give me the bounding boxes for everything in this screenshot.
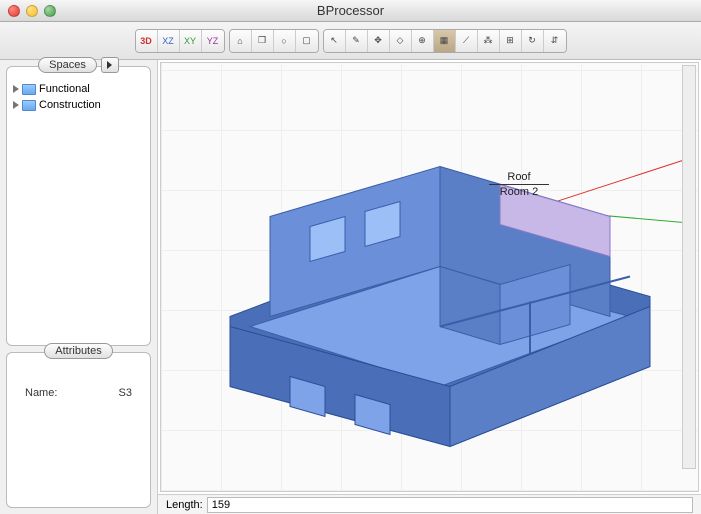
tree-item-label: Functional [39,83,90,95]
cube-button[interactable]: ❒ [252,30,274,52]
wand-tool[interactable]: ⁂ [478,30,500,52]
window-title: BProcessor [317,3,384,18]
3d-canvas[interactable]: Roof Room 2 [160,62,699,492]
viewport: Roof Room 2 Length: [158,60,701,514]
close-icon[interactable] [8,5,20,17]
content-area: Spaces Functional Construction Attribute… [0,60,701,514]
attributes-header: Attributes [7,343,150,359]
titlebar: BProcessor [0,0,701,22]
view-mode-group: 3D XZ XY YZ [135,29,225,53]
tools-group: ↖ ✎ ✥ ◇ ⊕ ▦ ⟋ ⁂ ⊞ ↻ ⇵ [323,29,567,53]
attribute-label: Name: [25,387,57,399]
view-yz-button[interactable]: YZ [202,30,224,52]
sphere-button[interactable]: ○ [274,30,296,52]
zoom-icon[interactable] [44,5,56,17]
window-controls [8,5,56,17]
pencil-tool[interactable]: ✎ [346,30,368,52]
folder-icon [22,84,36,95]
length-input[interactable] [207,497,693,513]
attributes-tab[interactable]: Attributes [44,343,112,359]
select-tool[interactable]: ↖ [324,30,346,52]
navigation-group: ⌂ ❒ ○ ▢ [229,29,319,53]
spaces-tab[interactable]: Spaces [38,57,97,73]
minimize-icon[interactable] [26,5,38,17]
disclosure-icon[interactable] [13,101,19,109]
tree-item-label: Construction [39,99,101,111]
view-3d-button[interactable]: 3D [136,30,158,52]
fill-tool[interactable]: ▦ [434,30,456,52]
spaces-tree: Functional Construction [7,73,150,345]
diamond-tool[interactable]: ◇ [390,30,412,52]
3d-model[interactable] [190,77,670,460]
view-xz-button[interactable]: XZ [158,30,180,52]
attributes-panel: Attributes Name: S3 [6,352,151,508]
attribute-value: S3 [119,387,132,399]
spaces-header: Spaces [7,57,150,73]
vertical-scrollbar[interactable] [682,65,696,469]
status-label: Length: [166,499,203,511]
measure-tool[interactable]: ⟋ [456,30,478,52]
home-button[interactable]: ⌂ [230,30,252,52]
roof-label: Roof [489,171,549,183]
room-label: Room 2 [489,186,549,198]
toolbar: 3D XZ XY YZ ⌂ ❒ ○ ▢ ↖ ✎ ✥ ◇ ⊕ ▦ ⟋ ⁂ ⊞ ↻ … [0,22,701,60]
tree-item-construction[interactable]: Construction [13,97,144,113]
attributes-body: Name: S3 [7,359,150,507]
tree-item-functional[interactable]: Functional [13,81,144,97]
play-button[interactable] [101,57,119,73]
spaces-panel: Spaces Functional Construction [6,66,151,346]
folder-icon [22,100,36,111]
room-label-overlay: Roof Room 2 [489,171,549,198]
split-tool[interactable]: ⊞ [500,30,522,52]
disclosure-icon[interactable] [13,85,19,93]
view-xy-button[interactable]: XY [180,30,202,52]
rotate-tool[interactable]: ↻ [522,30,544,52]
sidebar: Spaces Functional Construction Attribute… [0,60,158,514]
align-tool[interactable]: ⇵ [544,30,566,52]
compass-tool[interactable]: ✥ [368,30,390,52]
status-bar: Length: [158,494,701,514]
attribute-row: Name: S3 [13,367,144,419]
target-tool[interactable]: ⊕ [412,30,434,52]
box-button[interactable]: ▢ [296,30,318,52]
